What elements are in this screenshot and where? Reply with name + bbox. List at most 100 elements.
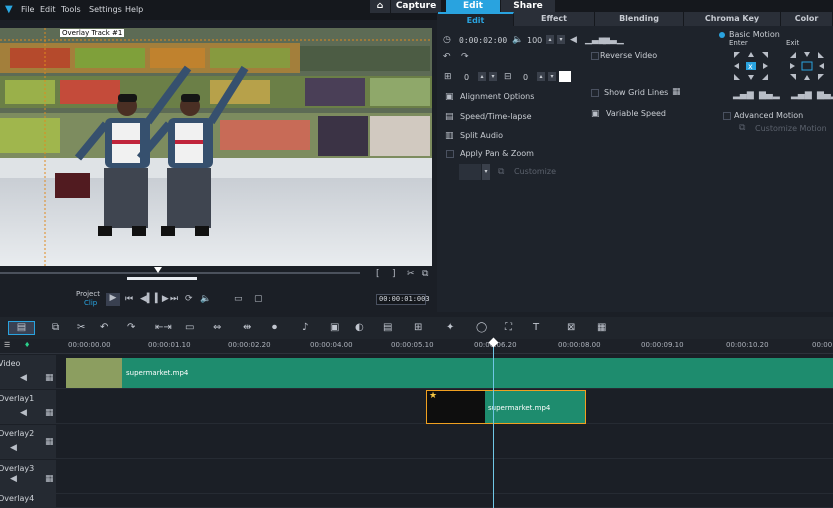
hd-preview-icon[interactable]: ▭ (234, 294, 243, 304)
volume-dropdown[interactable]: ▾ (557, 35, 565, 44)
show-grid-lines-checkbox[interactable] (591, 89, 599, 97)
storyboard-icon[interactable]: ⧉ (52, 322, 59, 334)
pan-zoom-customize[interactable]: Customize (514, 167, 556, 176)
home-button[interactable]: ⌂ (370, 0, 390, 13)
record-icon[interactable]: ⏺ (272, 322, 277, 334)
enlarge-preview-icon[interactable]: ⧉ (422, 269, 428, 279)
fade-out-icon[interactable]: ▅▃▁ (603, 35, 624, 45)
tab-capture[interactable]: Capture (391, 0, 441, 13)
multicam-icon[interactable]: ⊞ (414, 322, 422, 334)
track-grid-icon[interactable]: ▦ (45, 474, 54, 484)
variable-speed[interactable]: Variable Speed (606, 109, 666, 118)
repeat-icon[interactable]: ⟳ (185, 294, 193, 304)
split-clip-icon[interactable]: ✂ (407, 269, 415, 279)
volume-value[interactable]: 100 (527, 36, 542, 45)
prev-frame-icon[interactable]: ◀▍ (140, 294, 154, 304)
mark-in-icon[interactable]: [ (376, 269, 380, 279)
overlay-track-1[interactable]: Overlay1 ◀ ▦ ★ supermarket.mp4 (0, 390, 833, 424)
alignment-options[interactable]: Alignment Options (460, 92, 534, 101)
volume-icon[interactable]: 🔈 (200, 294, 211, 304)
tab-panel-edit[interactable]: Edit (438, 12, 514, 26)
rotate-left-icon[interactable]: ↶ (443, 52, 451, 62)
menu-help[interactable]: Help (125, 5, 143, 14)
split-audio[interactable]: Split Audio (460, 131, 503, 140)
motion-fade-icon-3[interactable]: ▂▄▆ (791, 90, 812, 100)
play-icon[interactable]: ▶ (106, 293, 120, 306)
preview-window[interactable]: Overlay Track #1 (0, 28, 432, 266)
fx-tool-icon[interactable]: ✂ (77, 322, 85, 334)
volume-stepper[interactable]: ▴ (546, 35, 554, 44)
customize-motion[interactable]: Customize Motion (755, 124, 827, 133)
home-frame-icon[interactable]: ⏮ (125, 294, 133, 304)
track-grid-icon[interactable]: ▦ (45, 373, 54, 383)
timeline-ruler[interactable]: ☰ ♦ 00:00:00.00 00:00:01.10 00:00:02.20 … (0, 339, 833, 354)
track-volume-icon[interactable]: ◀ (20, 408, 27, 418)
pan-zoom-preset[interactable] (459, 164, 481, 180)
position-dropdown[interactable]: ▾ (489, 72, 497, 81)
tab-panel-chroma-key[interactable]: Chroma Key (684, 12, 781, 26)
crop-icon[interactable]: ▭ (185, 322, 194, 334)
end-frame-icon[interactable]: ⏭ (170, 294, 178, 304)
trim-icon[interactable]: ⇤⇥ (155, 322, 172, 334)
reverse-video-checkbox[interactable] (591, 52, 599, 60)
timecode-display[interactable]: 00:00:01:003 (376, 294, 430, 305)
mask-icon[interactable]: ◯ (476, 322, 487, 334)
track-volume-icon[interactable]: ◀ (10, 474, 17, 484)
timeline-view-icon[interactable]: ▤ (8, 321, 35, 335)
overlay-track-4[interactable]: Overlay4 (0, 493, 833, 508)
scrubber-handle[interactable] (154, 267, 162, 273)
position-value[interactable]: 0 (464, 73, 469, 82)
menu-edit[interactable]: Edit (40, 5, 56, 14)
menu-tools[interactable]: Tools (61, 5, 81, 14)
playhead[interactable] (493, 340, 494, 508)
ripple-icon[interactable]: ⇔ (213, 322, 221, 334)
color-match-icon[interactable]: ◐ (355, 322, 364, 334)
redo-icon[interactable]: ↷ (127, 322, 135, 334)
overlay-clip[interactable]: ★ supermarket.mp4 (426, 390, 586, 424)
timeline-settings-icon[interactable]: ▦ (597, 322, 606, 334)
pan-zoom-icon[interactable]: ⛶ (505, 322, 512, 334)
pan-zoom-dropdown[interactable]: ▾ (482, 164, 490, 180)
menu-settings[interactable]: Settings (89, 5, 122, 14)
apply-pan-zoom-checkbox[interactable] (446, 150, 454, 158)
undo-icon[interactable]: ↶ (100, 322, 108, 334)
motion-fade-icon-2[interactable]: ▆▄▂ (759, 90, 780, 100)
tab-panel-color[interactable]: Color (781, 12, 833, 26)
position-stepper[interactable]: ▴ (478, 72, 486, 81)
video-clip[interactable]: supermarket.mp4 (66, 358, 833, 388)
next-frame-icon[interactable]: ▍▶ (155, 294, 169, 304)
fit-icon[interactable]: ⇹ (243, 322, 251, 334)
size-stepper[interactable]: ▴ (537, 72, 545, 81)
subtitle-icon[interactable]: ▣ (330, 322, 339, 334)
color-swatch[interactable] (559, 71, 571, 82)
duration-value[interactable]: 0:00:02:00 (459, 36, 507, 45)
preview-scrubber[interactable] (0, 272, 360, 274)
aspect-ratio-icon[interactable]: ▢ (254, 294, 263, 304)
mute-icon[interactable]: ◀ (570, 35, 577, 45)
size-dropdown[interactable]: ▾ (548, 72, 556, 81)
clip-mode-label[interactable]: Clip (84, 299, 97, 307)
grid-settings-icon[interactable]: ▦ (672, 87, 681, 97)
track-grid-icon[interactable]: ▦ (45, 408, 54, 418)
exit-direction-grid[interactable] (787, 49, 827, 83)
menu-file[interactable]: File (21, 5, 34, 14)
basic-motion-radio[interactable] (719, 32, 725, 38)
tab-panel-blending[interactable]: Blending (595, 12, 684, 26)
overlay-track-3[interactable]: Overlay3 ◀ ▦ (0, 460, 833, 494)
3d-title-icon[interactable]: T (533, 322, 539, 334)
speed-timelapse[interactable]: Speed/Time-lapse (460, 112, 532, 121)
advanced-motion-checkbox[interactable] (723, 112, 731, 120)
track-volume-icon[interactable]: ◀ (10, 443, 17, 453)
title-icon[interactable]: ▤ (383, 322, 392, 334)
add-track-icon[interactable]: ♦ (24, 341, 30, 349)
track-list-icon[interactable]: ☰ (4, 341, 10, 349)
video-track[interactable]: Video ◀ ▦ supermarket.mp4 (0, 355, 833, 389)
size-value[interactable]: 0 (523, 73, 528, 82)
split-screen-icon[interactable]: ⊠ (567, 322, 575, 334)
trim-range[interactable] (127, 277, 197, 280)
rotate-right-icon[interactable]: ↷ (461, 52, 469, 62)
motion-tracking-icon[interactable]: ✦ (446, 322, 454, 334)
enter-direction-grid[interactable]: x (731, 49, 771, 83)
motion-fade-icon-4[interactable]: ▆▄▂ (817, 90, 833, 100)
tab-panel-effect[interactable]: Effect (514, 12, 595, 26)
